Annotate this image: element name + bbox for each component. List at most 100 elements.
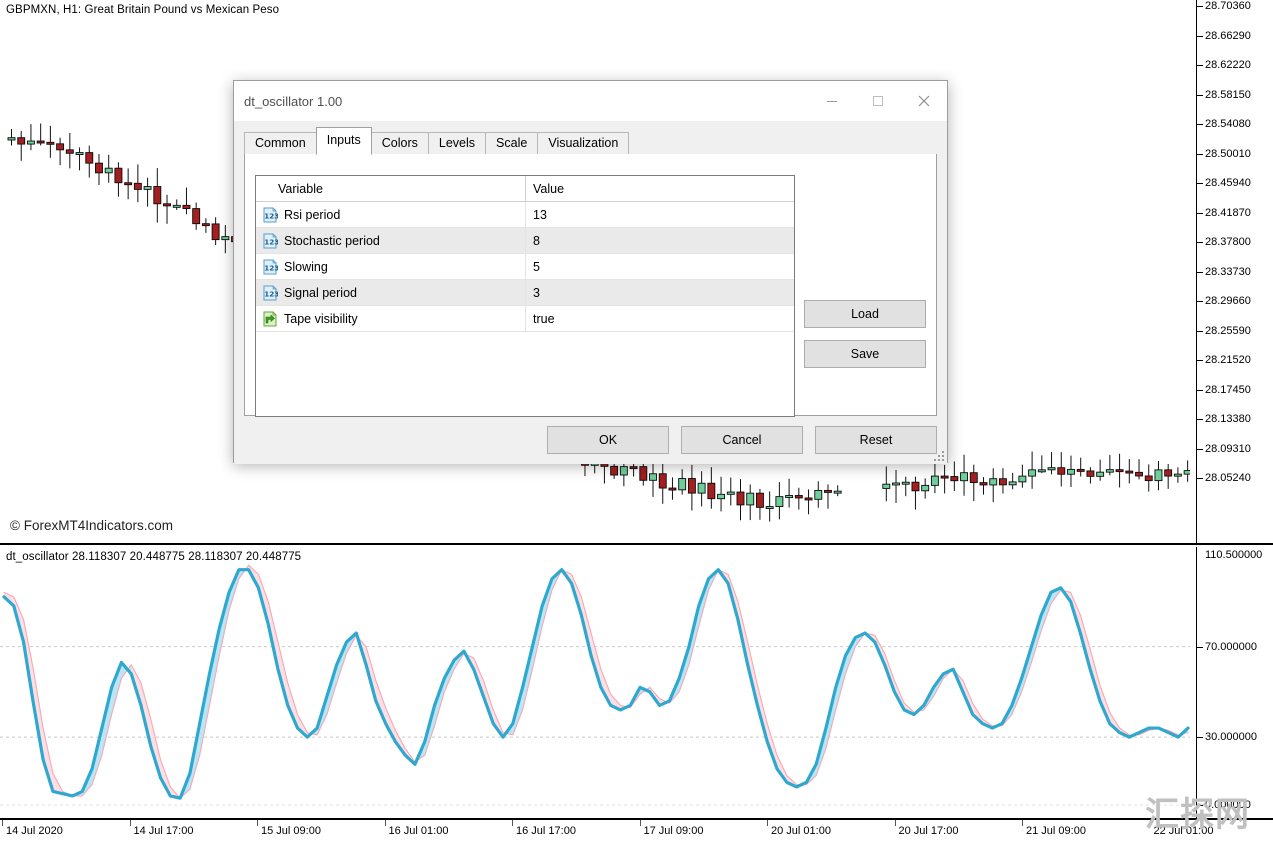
time-axis-tick [384, 820, 386, 826]
maximize-button[interactable] [855, 81, 901, 121]
parameter-value-cell[interactable]: 3 [526, 280, 794, 305]
dialog-title: dt_oscillator 1.00 [244, 93, 343, 109]
parameter-value-cell[interactable]: 13 [526, 202, 794, 227]
candle-body [1076, 468, 1085, 472]
candle-body [17, 137, 26, 145]
svg-text:123: 123 [264, 289, 278, 298]
cancel-button[interactable]: Cancel [681, 426, 803, 454]
tab-common[interactable]: Common [244, 132, 317, 154]
parameter-value-cell[interactable]: 8 [526, 228, 794, 253]
oscillator-scale-tick [1197, 737, 1203, 739]
candle-body [1173, 473, 1182, 477]
time-axis-tick [129, 820, 131, 826]
save-button[interactable]: Save [804, 340, 926, 368]
price-scale-tick [1197, 419, 1203, 420]
tab-scale[interactable]: Scale [485, 132, 539, 154]
oscillator-pane[interactable]: dt_oscillator 28.118307 20.448775 28.118… [0, 547, 1273, 819]
parameter-value-cell[interactable]: 5 [526, 254, 794, 279]
table-row[interactable]: 123 Slowing 5 [256, 254, 794, 280]
number-icon: 123 [262, 284, 279, 301]
candle-body [998, 478, 1007, 486]
candle-body [1086, 470, 1095, 477]
candle-body [969, 472, 978, 484]
candle-body [114, 167, 123, 184]
number-icon: 123 [262, 232, 279, 249]
price-scale-label: 28.29660 [1205, 295, 1251, 307]
oscillator-scale-label: 70.000000 [1205, 640, 1257, 653]
price-scale-tick [1197, 478, 1203, 479]
candle-body [75, 152, 84, 156]
price-scale-label: 28.25590 [1205, 324, 1251, 337]
mt4-chart-window: GBPMXN, H1: Great Britain Pound vs Mexic… [0, 0, 1273, 845]
minimize-button[interactable] [809, 81, 855, 121]
candle-body [882, 483, 891, 489]
price-scale-tick [1197, 242, 1203, 243]
price-scale-label: 28.17450 [1205, 383, 1251, 396]
parameter-value-cell[interactable]: true [526, 306, 794, 331]
table-header-row: Variable Value [256, 176, 794, 202]
candle-body [678, 478, 687, 491]
price-scale-tick [1197, 94, 1203, 96]
table-row[interactable]: 123 Rsi period 13 [256, 202, 794, 228]
candle-body [794, 495, 803, 499]
time-axis[interactable]: 14 Jul 2020 14 Jul 17:00 15 Jul 09:00 16 Ju… [0, 819, 1273, 845]
candle-body [1105, 469, 1114, 473]
parameters-table[interactable]: Variable Value 123 Rsi period 13 123 Stochas… [255, 175, 795, 417]
dialog-tabstrip[interactable]: Common Inputs Colors Levels Scale Visualizati… [244, 127, 937, 155]
candle-body [736, 491, 745, 506]
tab-levels[interactable]: Levels [427, 132, 487, 154]
price-scale-tick [1197, 330, 1203, 332]
dialog-titlebar[interactable]: dt_oscillator 1.00 [234, 81, 947, 121]
candle-body [211, 223, 220, 241]
time-axis-label: 21 Jul 09:00 [1026, 825, 1086, 837]
table-row[interactable]: 123 Stochastic period 8 [256, 228, 794, 254]
table-row[interactable]: 123 Signal period 3 [256, 280, 794, 306]
candle-body [629, 466, 638, 470]
parameter-name-cell: Tape visibility [256, 306, 526, 331]
price-scale-tick [1197, 124, 1203, 125]
tab-label: Visualization [548, 136, 619, 150]
close-icon [918, 95, 930, 107]
resize-grip[interactable] [932, 449, 944, 461]
time-axis-tick [894, 820, 896, 826]
candle-body [95, 162, 103, 174]
time-axis-tick [2, 820, 3, 826]
candle-body [717, 493, 726, 500]
tab-colors[interactable]: Colors [370, 132, 429, 154]
ok-button[interactable]: OK [547, 426, 669, 454]
tab-inputs[interactable]: Inputs [315, 127, 372, 155]
price-scale-label: 28.58150 [1205, 88, 1251, 101]
candle-body [746, 492, 755, 506]
candle-body [950, 476, 959, 482]
price-scale-tick [1197, 153, 1203, 155]
price-scale-label: 28.70360 [1205, 0, 1251, 12]
candle-body [1144, 475, 1153, 482]
candle-body [1115, 469, 1124, 473]
candle-body [960, 472, 969, 482]
tab-visualization[interactable]: Visualization [537, 132, 630, 154]
time-axis-label: 17 Jul 09:00 [643, 825, 704, 837]
table-row[interactable]: Tape visibility true [256, 306, 794, 332]
reset-button[interactable]: Reset [815, 426, 937, 454]
dialog-action-buttons: OK Cancel Reset [547, 426, 937, 454]
price-scale-tick [1197, 448, 1203, 450]
price-scale-label: 28.09310 [1205, 442, 1251, 455]
close-button[interactable] [901, 81, 947, 121]
candle-body [1037, 469, 1046, 473]
candle-body [221, 236, 230, 241]
candle-body [143, 186, 152, 190]
oscillator-main-line [2, 568, 1190, 800]
candle-body [1008, 481, 1017, 486]
parameter-name-cell: 123 Stochastic period [256, 228, 526, 253]
time-axis-label: 14 Jul 17:00 [133, 825, 194, 837]
candle-body [979, 482, 988, 486]
load-button[interactable]: Load [804, 300, 926, 328]
price-scale-tick [1197, 65, 1203, 66]
candle-body [182, 204, 191, 210]
candle-body [1164, 469, 1173, 477]
number-icon: 123 [262, 258, 279, 275]
indicator-properties-dialog[interactable]: dt_oscillator 1.00 Common Inputs Colors Lev… [233, 80, 948, 464]
candle-body [697, 482, 706, 494]
maximize-icon [873, 96, 883, 106]
price-scale-tick [1197, 6, 1203, 7]
